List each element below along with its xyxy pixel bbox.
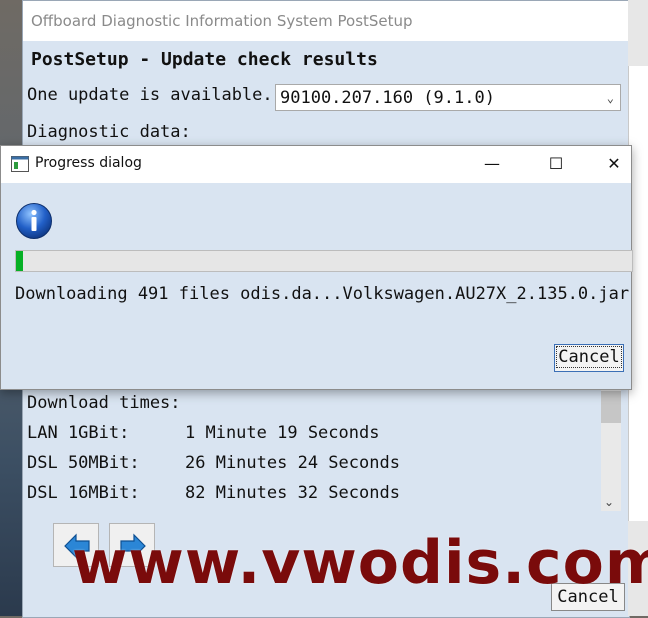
progress-dialog: Progress dialog — ☐ ✕ Downloading 491 fi… [0,145,633,390]
download-times-title: Download times: [27,393,181,413]
connection-label: LAN 1GBit: [27,423,130,443]
progress-cancel-button[interactable]: Cancel [554,344,624,372]
download-time-row: DSL 16MBit: 82 Minutes 32 Seconds [27,483,400,503]
download-time-row: LAN 1GBit: 1 Minute 19 Seconds [27,423,379,443]
progress-dialog-titlebar: Progress dialog — ☐ ✕ [1,146,631,183]
scrollbar-thumb[interactable] [601,391,621,423]
progress-cancel-label: Cancel [556,346,622,368]
scroll-down-icon[interactable]: ⌄ [604,495,614,509]
duration-value: 82 Minutes 32 Seconds [185,483,400,503]
update-available-label: One update is available. [27,85,273,105]
close-icon[interactable]: ✕ [591,146,637,183]
minimize-icon[interactable]: — [469,146,515,183]
connection-label: DSL 16MBit: [27,483,140,503]
download-time-row: DSL 50MBit: 26 Minutes 24 Seconds [27,453,400,473]
connection-label: DSL 50MBit: [27,453,140,473]
duration-value: 26 Minutes 24 Seconds [185,453,400,473]
version-select[interactable]: 90100.207.160 (9.1.0) ⌄ [275,84,621,111]
vertical-scrollbar[interactable]: ⌄ [601,389,621,511]
maximize-icon[interactable]: ☐ [533,146,579,183]
version-select-value: 90100.207.160 (9.1.0) [280,88,495,108]
progress-bar [15,250,633,272]
progress-bar-fill [16,251,23,271]
progress-dialog-title: Progress dialog [35,155,142,171]
diagnostic-data-label: Diagnostic data: [27,122,191,142]
progress-status-text: Downloading 491 files odis.da...Volkswag… [15,284,630,304]
watermark-text: www.vwodis.com [72,528,648,598]
info-icon [16,203,52,239]
chevron-down-icon[interactable]: ⌄ [607,85,614,111]
duration-value: 1 Minute 19 Seconds [185,423,380,443]
page-title: PostSetup - Update check results [31,49,378,70]
postsetup-titlebar: Offboard Diagnostic Information System P… [23,1,629,41]
app-window-icon [11,156,29,172]
